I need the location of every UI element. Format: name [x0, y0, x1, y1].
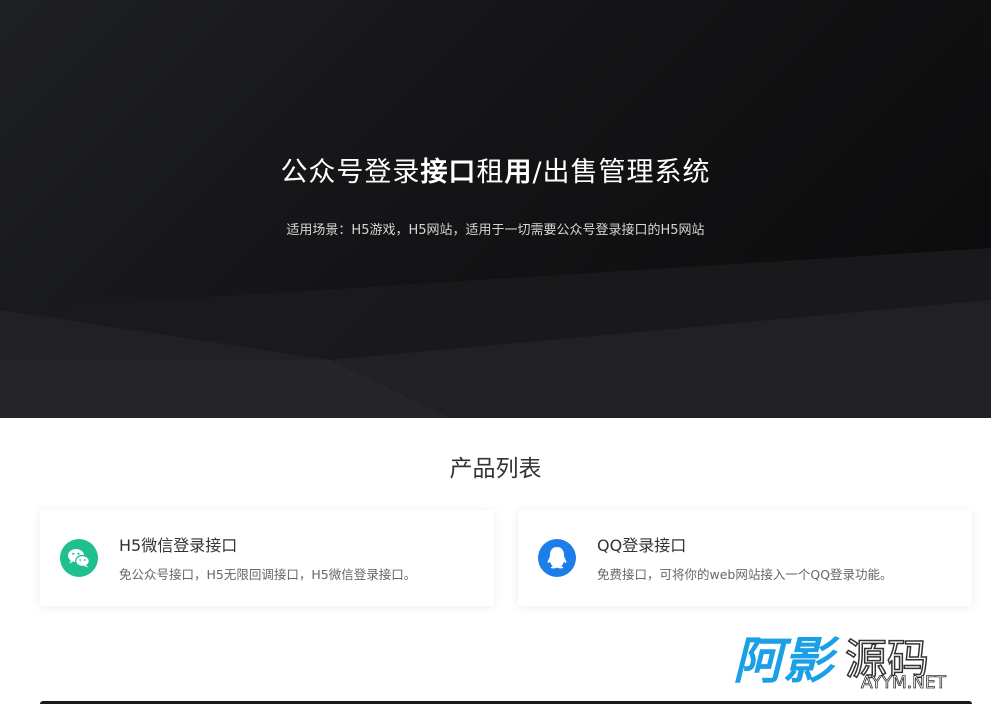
- hero-subtitle: 适用场景：H5游戏，H5网站，适用于一切需要公众号登录接口的H5网站: [286, 223, 705, 238]
- hero-title-part-4: 用: [504, 157, 533, 188]
- product-card-qq-login[interactable]: QQ登录接口 免费接口，可将你的web网站接入一个QQ登录功能。: [518, 510, 972, 606]
- hero-title-part-5: /出售管理系统: [532, 157, 711, 188]
- wechat-icon: [60, 539, 98, 577]
- watermark-domain: AYYM.NET: [861, 673, 947, 692]
- hero-background-shapes: [0, 248, 991, 418]
- product-card-wechat-login[interactable]: H5微信登录接口 免公众号接口，H5无限回调接口，H5微信登录接口。: [40, 510, 494, 606]
- hero-title: 公众号登录接口租用/出售管理系统: [0, 150, 991, 189]
- hero-title-part-2: 接口: [420, 157, 477, 188]
- hero-title-part-3: 租: [476, 157, 505, 188]
- watermark-name: 阿影: [733, 632, 840, 690]
- product-description: 免公众号接口，H5无限回调接口，H5微信登录接口。: [119, 567, 417, 582]
- hero-banner: 公众号登录接口租用/出售管理系统 适用场景：H5游戏，H5网站，适用于一切需要公…: [0, 0, 991, 418]
- product-title: H5微信登录接口: [119, 536, 238, 555]
- hero-title-part-1: 公众号登录: [280, 157, 421, 188]
- watermark-logo: 阿影 源码 AYYM.NET: [733, 632, 963, 693]
- qq-icon: [538, 539, 576, 577]
- product-description: 免费接口，可将你的web网站接入一个QQ登录功能。: [597, 567, 893, 582]
- section-title: 产品列表: [449, 456, 542, 482]
- product-title: QQ登录接口: [597, 536, 687, 555]
